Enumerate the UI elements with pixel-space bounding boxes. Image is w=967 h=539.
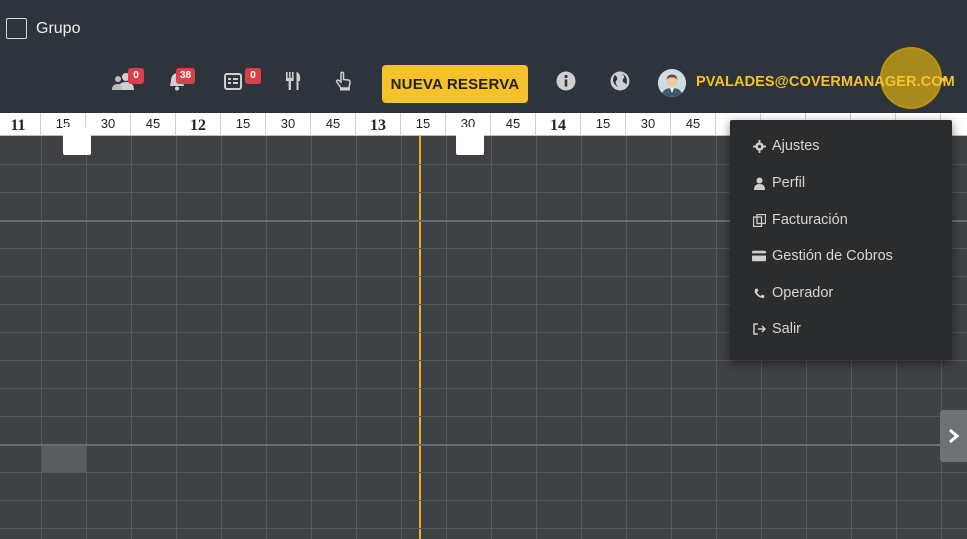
user-menu-item-ajustes[interactable]: Ajustes <box>752 138 820 154</box>
chevron-right-icon <box>948 428 959 444</box>
time-tick: 30 <box>626 113 671 136</box>
user-menu-item-perfil[interactable]: Perfil <box>752 175 805 191</box>
grid-row-line <box>0 528 967 529</box>
list-badge: 0 <box>245 68 261 84</box>
grid-row-line <box>0 360 967 361</box>
time-tick: 45 <box>311 113 356 136</box>
time-tick: 45 <box>491 113 536 136</box>
time-tick: 15 <box>581 113 626 136</box>
grid-column-line <box>626 136 627 539</box>
time-tick: 45 <box>131 113 176 136</box>
list-button[interactable]: 0 <box>216 64 261 98</box>
grid-row-line <box>0 472 967 473</box>
user-icon <box>752 176 766 190</box>
info-button[interactable] <box>549 64 583 98</box>
alerts-badge: 38 <box>176 68 196 84</box>
time-tick: 14 <box>536 113 581 136</box>
grid-column-line <box>401 136 402 539</box>
grid-column-line <box>266 136 267 539</box>
current-time-line <box>419 136 421 539</box>
caret-down-icon <box>940 78 948 83</box>
grid-column-line <box>131 136 132 539</box>
user-menu-item-label: Salir <box>772 321 802 337</box>
group-toggle[interactable]: Grupo <box>6 18 80 39</box>
grid-column-line <box>716 136 717 539</box>
logout-icon <box>752 322 766 336</box>
group-checkbox[interactable] <box>6 18 27 39</box>
user-menu-item-label: Facturación <box>772 212 848 228</box>
grid-column-line <box>41 136 42 539</box>
alerts-button[interactable]: 38 <box>160 64 196 98</box>
user-menu-item-label: Perfil <box>772 175 806 191</box>
user-dropdown-menu: Ajustes Perfil Facturación Gestión de Cobro… <box>730 120 952 360</box>
globe-icon <box>610 71 630 91</box>
timeline-marker[interactable] <box>456 127 484 155</box>
user-menu-toggle[interactable]: PVALADES@COVERMANAGER.COM <box>696 74 955 90</box>
grid-column-line <box>86 136 87 539</box>
language-button[interactable] <box>603 64 637 98</box>
grid-column-line <box>671 136 672 539</box>
credit-card-icon <box>752 249 766 263</box>
grid-column-line <box>311 136 312 539</box>
grid-row-line <box>0 388 967 389</box>
time-tick: 30 <box>266 113 311 136</box>
gear-icon <box>752 139 766 153</box>
grid-column-line <box>176 136 177 539</box>
user-menu-item-label: Operador <box>772 285 834 301</box>
user-menu-item-label: Ajustes <box>772 138 820 154</box>
people-button[interactable]: 0 <box>106 64 144 98</box>
side-panel-toggle[interactable] <box>940 410 967 462</box>
grid-column-line <box>446 136 447 539</box>
grid-row-line <box>0 500 967 501</box>
grid-row-line <box>0 444 967 446</box>
time-tick: 15 <box>221 113 266 136</box>
hand-pointer-icon <box>335 71 351 91</box>
time-tick: 12 <box>176 113 221 136</box>
grid-column-line <box>536 136 537 539</box>
info-icon <box>556 71 576 91</box>
user-avatar-icon <box>658 69 686 97</box>
top-header: Grupo 0 38 0 NUEVA RESERVA PVALADES@COVE… <box>0 0 967 113</box>
grid-column-line <box>491 136 492 539</box>
time-tick: 30 <box>86 113 131 136</box>
tables-button[interactable] <box>276 64 310 98</box>
avatar[interactable] <box>658 69 686 97</box>
walk-in-button[interactable] <box>326 64 360 98</box>
group-checkbox-label: Grupo <box>36 19 81 37</box>
grid-column-line <box>356 136 357 539</box>
user-menu-item-salir[interactable]: Salir <box>752 321 801 337</box>
user-menu-item-gesti-n-de-cobros[interactable]: Gestión de Cobros <box>752 248 893 264</box>
clipboard-list-icon <box>224 73 242 90</box>
highlighted-cell[interactable] <box>41 445 86 473</box>
grid-column-line <box>221 136 222 539</box>
time-tick: 45 <box>671 113 716 136</box>
phone-icon <box>752 286 766 300</box>
time-tick: 13 <box>356 113 401 136</box>
cutlery-icon <box>286 72 301 90</box>
grid-column-line <box>581 136 582 539</box>
grid-row-line <box>0 416 967 417</box>
user-menu-item-facturaci-n[interactable]: Facturación <box>752 212 848 228</box>
people-badge: 0 <box>128 68 144 84</box>
user-menu-item-operador[interactable]: Operador <box>752 285 833 301</box>
timeline-marker[interactable] <box>63 127 91 155</box>
time-tick: 15 <box>401 113 446 136</box>
new-reservation-button[interactable]: NUEVA RESERVA <box>382 65 528 103</box>
invoice-icon <box>752 213 766 227</box>
user-menu-item-label: Gestión de Cobros <box>772 248 893 264</box>
time-tick: 11 <box>0 113 41 136</box>
